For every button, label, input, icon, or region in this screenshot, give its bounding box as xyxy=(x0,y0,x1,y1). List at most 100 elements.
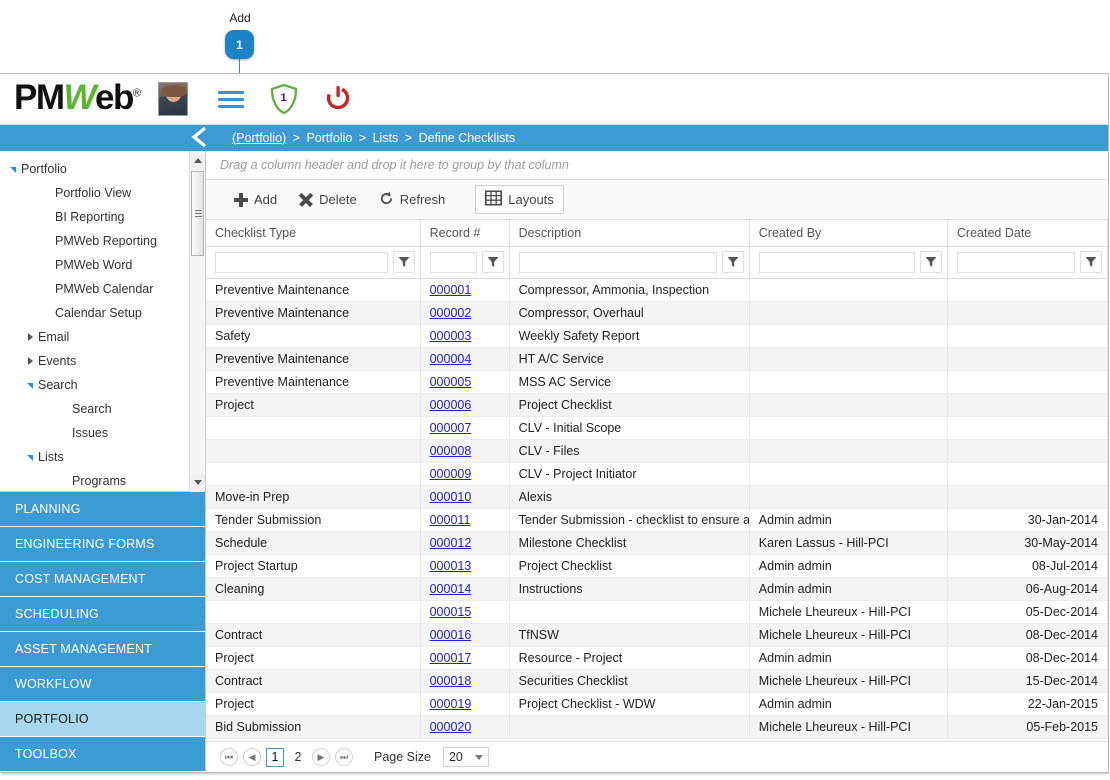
sidebar-tree-item-pmweb-word[interactable]: PMWeb Word xyxy=(0,253,205,277)
table-row[interactable]: Preventive Maintenance 000002 Compressor, … xyxy=(206,301,1108,325)
filter-funnel-icon[interactable] xyxy=(1080,251,1102,273)
layouts-button[interactable]: Layouts xyxy=(475,185,564,214)
record-link[interactable]: 000014 xyxy=(430,582,472,596)
tree-closed-arrow-icon[interactable] xyxy=(25,331,38,344)
record-link[interactable]: 000007 xyxy=(430,421,472,435)
add-button[interactable]: Add xyxy=(234,192,277,207)
column-header-checklist-type[interactable]: Checklist Type xyxy=(206,220,421,247)
table-row[interactable]: Contract 000016 TfNSW Michele Lheureux - Hi… xyxy=(206,623,1108,647)
sidebar-tree-item-events[interactable]: Events xyxy=(0,349,205,373)
column-header-record-[interactable]: Record # xyxy=(420,220,510,247)
record-link[interactable]: 000016 xyxy=(430,628,472,642)
first-page-button[interactable]: ⏮ xyxy=(220,748,238,766)
prev-page-button[interactable]: ◀ xyxy=(243,748,261,766)
record-link[interactable]: 000009 xyxy=(430,467,472,481)
refresh-button[interactable]: Refresh xyxy=(379,191,445,209)
sidebar-tree-item-search[interactable]: Search xyxy=(0,397,205,421)
record-link[interactable]: 000005 xyxy=(430,375,472,389)
sidebar-tree-item-calendar-setup[interactable]: Calendar Setup xyxy=(0,301,205,325)
sidebar-scrollbar[interactable] xyxy=(189,151,205,492)
sidebar-tree-item-pmweb-calendar[interactable]: PMWeb Calendar xyxy=(0,277,205,301)
column-header-created-date[interactable]: Created Date xyxy=(947,220,1108,247)
filter-funnel-icon[interactable] xyxy=(392,251,415,273)
delete-button[interactable]: Delete xyxy=(299,192,357,207)
filter-input-created-date[interactable] xyxy=(956,251,1075,273)
table-row[interactable]: 000008 CLV - Files xyxy=(206,439,1108,463)
table-row[interactable]: Contract 000018 Securities Checklist Michel… xyxy=(206,669,1108,693)
filter-input-record-[interactable] xyxy=(429,251,477,273)
table-row[interactable]: 000007 CLV - Initial Scope xyxy=(206,416,1108,440)
table-row[interactable]: Preventive Maintenance 000004 HT A/C Servi… xyxy=(206,347,1108,371)
filter-input-description[interactable] xyxy=(518,251,717,273)
collapse-sidebar-chevron-icon[interactable] xyxy=(188,123,210,151)
scrollbar-thumb[interactable] xyxy=(191,171,204,256)
breadcrumb-item-2[interactable]: Lists xyxy=(373,131,399,145)
record-link[interactable]: 000004 xyxy=(430,352,472,366)
sidebar-tree-item-programs[interactable]: Programs xyxy=(0,469,205,491)
table-row[interactable]: Preventive Maintenance 000005 MSS AC Servi… xyxy=(206,370,1108,394)
record-link[interactable]: 000020 xyxy=(430,720,472,734)
tree-closed-arrow-icon[interactable] xyxy=(25,355,38,368)
record-link[interactable]: 000019 xyxy=(430,697,472,711)
module-nav-item-asset-management[interactable]: ASSET MANAGEMENT xyxy=(0,632,205,667)
sidebar-tree-item-portfolio-view[interactable]: Portfolio View xyxy=(0,181,205,205)
filter-funnel-icon[interactable] xyxy=(919,251,942,273)
module-nav-item-engineering-forms[interactable]: ENGINEERING FORMS xyxy=(0,527,205,562)
module-nav-item-toolbox[interactable]: TOOLBOX xyxy=(0,737,205,772)
module-nav-item-cost-management[interactable]: COST MANAGEMENT xyxy=(0,562,205,597)
sidebar-tree-item-portfolio[interactable]: Portfolio xyxy=(0,157,205,181)
page-number-1[interactable]: 1 xyxy=(266,747,284,767)
module-nav-item-portfolio[interactable]: PORTFOLIO xyxy=(0,702,205,737)
sidebar-tree-item-pmweb-reporting[interactable]: PMWeb Reporting xyxy=(0,229,205,253)
table-row[interactable]: Project 000019 Project Checklist - WDW Admi… xyxy=(206,692,1108,716)
table-row[interactable]: Cleaning 000014 Instructions Admin admin 06-… xyxy=(206,577,1108,601)
page-number-2[interactable]: 2 xyxy=(289,748,307,767)
table-row[interactable]: Preventive Maintenance 000001 Compressor, … xyxy=(206,278,1108,302)
record-link[interactable]: 000011 xyxy=(430,513,471,527)
record-link[interactable]: 000008 xyxy=(430,444,472,458)
module-nav-item-workflow[interactable]: WORKFLOW xyxy=(0,667,205,702)
tree-open-arrow-icon[interactable] xyxy=(25,379,38,392)
table-row[interactable]: Tender Submission 000011 Tender Submission… xyxy=(206,508,1108,532)
sidebar-tree-item-issues[interactable]: Issues xyxy=(0,421,205,445)
page-size-select[interactable]: 20 xyxy=(442,747,489,767)
record-link[interactable]: 000015 xyxy=(430,605,472,619)
filter-input-created-by[interactable] xyxy=(758,251,915,273)
sidebar-tree-item-lists[interactable]: Lists xyxy=(0,445,205,469)
column-header-description[interactable]: Description xyxy=(509,220,750,247)
hamburger-menu-icon[interactable] xyxy=(217,87,244,112)
breadcrumb-item-1[interactable]: Portfolio xyxy=(306,131,352,145)
record-link[interactable]: 000006 xyxy=(430,398,472,412)
tree-open-arrow-icon[interactable] xyxy=(25,451,38,464)
last-page-button[interactable]: ⏭ xyxy=(335,748,353,766)
table-row[interactable]: Bid Submission 000020 Michele Lheureux - H… xyxy=(206,715,1108,739)
scroll-up-arrow-icon[interactable] xyxy=(190,153,205,168)
next-page-button[interactable]: ▶ xyxy=(312,748,330,766)
table-row[interactable]: Schedule 000012 Milestone Checklist Karen L… xyxy=(206,531,1108,555)
record-link[interactable]: 000013 xyxy=(430,559,472,573)
module-nav-item-planning[interactable]: PLANNING xyxy=(0,492,205,527)
avatar[interactable] xyxy=(157,82,188,116)
filter-funnel-icon[interactable] xyxy=(721,251,744,273)
record-link[interactable]: 000018 xyxy=(430,674,472,688)
filter-funnel-icon[interactable] xyxy=(481,251,504,273)
table-row[interactable]: 000009 CLV - Project Initiator xyxy=(206,462,1108,486)
record-link[interactable]: 000002 xyxy=(430,306,472,320)
table-row[interactable]: 000015 Michele Lheureux - Hill-PCI 05-Dec-… xyxy=(206,600,1108,624)
record-link[interactable]: 000017 xyxy=(430,651,472,665)
column-header-created-by[interactable]: Created By xyxy=(749,220,948,247)
breadcrumb-item-0[interactable]: (Portfolio) xyxy=(232,131,286,145)
table-row[interactable]: Project Startup 000013 Project Checklist Ad… xyxy=(206,554,1108,578)
sidebar-tree-item-email[interactable]: Email xyxy=(0,325,205,349)
table-row[interactable]: Move-in Prep 000010 Alexis xyxy=(206,485,1108,509)
sidebar-tree-item-bi-reporting[interactable]: BI Reporting xyxy=(0,205,205,229)
shield-icon[interactable]: 1 xyxy=(269,83,299,115)
module-nav-item-scheduling[interactable]: SCHEDULING xyxy=(0,597,205,632)
record-link[interactable]: 000012 xyxy=(430,536,472,550)
group-by-dropzone[interactable]: Drag a column header and drop it here to… xyxy=(206,151,1108,180)
table-row[interactable]: Project 000017 Resource - Project Admin adm… xyxy=(206,646,1108,670)
power-icon[interactable] xyxy=(324,83,352,116)
table-row[interactable]: Project 000006 Project Checklist xyxy=(206,393,1108,417)
record-link[interactable]: 000001 xyxy=(430,283,472,297)
record-link[interactable]: 000010 xyxy=(430,490,472,504)
